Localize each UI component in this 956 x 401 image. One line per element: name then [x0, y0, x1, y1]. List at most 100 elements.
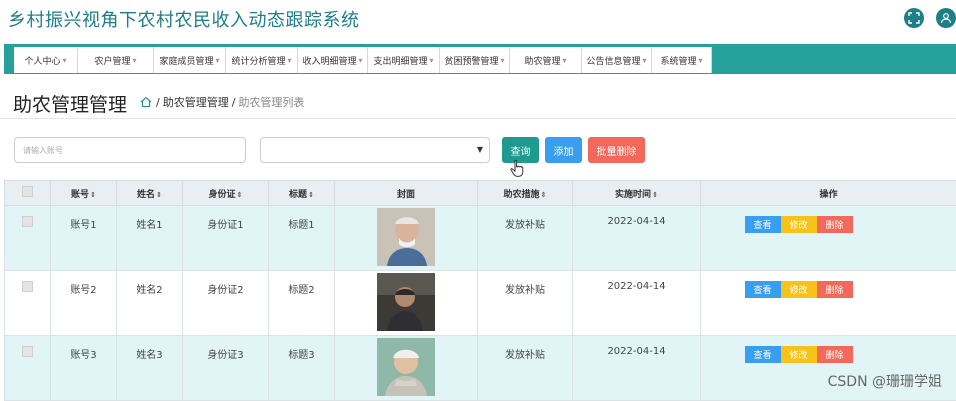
header-title[interactable]: 标题⇕	[269, 181, 335, 206]
cover-image[interactable]	[377, 338, 435, 396]
sort-icon: ⇕	[237, 191, 243, 199]
header-date[interactable]: 实施时间⇕	[573, 181, 701, 206]
select-all-checkbox[interactable]	[22, 186, 33, 197]
nav-item-expense[interactable]: 支出明细管理▾	[368, 47, 440, 73]
header-account[interactable]: 账号⇕	[51, 181, 117, 206]
cell-measure: 发放补贴	[478, 271, 573, 336]
table-row: 账号2 姓名2 身份证2 标题2 发放补贴 2022-04-14 查看 修改	[5, 271, 956, 336]
batch-delete-button[interactable]: 批量删除	[588, 137, 645, 163]
delete-button[interactable]: 删除	[817, 216, 853, 233]
account-search-input[interactable]	[14, 137, 246, 163]
chevron-down-icon: ▾	[133, 56, 137, 65]
table-row: 账号3 姓名3 身份证3 标题3 发放补贴 2022-04-14 查看 修改	[5, 336, 956, 401]
sort-icon: ⇕	[90, 191, 96, 199]
top-bar: 乡村振兴视角下农村农民收入动态跟踪系统	[0, 0, 956, 40]
view-button[interactable]: 查看	[745, 216, 781, 233]
cell-ops: 查看 修改 删除	[701, 271, 956, 336]
cell-measure: 发放补贴	[478, 206, 573, 271]
chevron-down-icon: ▾	[643, 56, 647, 65]
row-checkbox[interactable]	[22, 281, 33, 292]
chevron-down-icon: ▼	[477, 145, 483, 154]
cell-account: 账号1	[51, 206, 117, 271]
table-row: 账号1 姓名1 身份证1 标题1 发放补贴 2022-04-14 查看 修改	[5, 206, 956, 271]
add-button[interactable]: 添加	[545, 137, 582, 163]
nav-item-personal-center[interactable]: 个人中心▾	[14, 47, 78, 73]
select-all-header[interactable]	[5, 181, 51, 206]
nav-item-income[interactable]: 收入明细管理▾	[298, 47, 368, 73]
chevron-down-icon: ▾	[430, 56, 434, 65]
delete-button[interactable]: 删除	[817, 346, 853, 363]
table-header-row: 账号⇕ 姓名⇕ 身份证⇕ 标题⇕ 封面 助农措施⇕ 实施时间⇕ 操作	[5, 181, 956, 206]
row-actions: 查看 修改 删除	[642, 346, 955, 363]
cell-name: 姓名1	[117, 206, 183, 271]
page-header: 助农管理管理 / 助农管理管理 / 助农管理列表	[0, 85, 956, 119]
row-checkbox[interactable]	[22, 216, 33, 227]
nav-item-family[interactable]: 家庭成员管理▾	[154, 47, 226, 73]
row-checkbox-cell[interactable]	[5, 336, 51, 401]
cell-cover	[335, 206, 478, 271]
breadcrumb-current: 助农管理列表	[238, 94, 304, 110]
nav-item-poverty-warning[interactable]: 贫困预警管理▾	[440, 47, 510, 73]
header-measure[interactable]: 助农措施⇕	[478, 181, 573, 206]
chevron-down-icon: ▾	[563, 56, 567, 65]
cover-image[interactable]	[377, 208, 435, 266]
cell-idcard: 身份证2	[183, 271, 269, 336]
cell-ops: 查看 修改 删除	[701, 206, 956, 271]
edit-button[interactable]: 修改	[781, 281, 817, 298]
delete-button[interactable]: 删除	[817, 281, 853, 298]
watermark: CSDN @珊珊学姐	[828, 371, 942, 391]
nav-item-notice[interactable]: 公告信息管理▾	[582, 47, 652, 73]
cell-idcard: 身份证3	[183, 336, 269, 401]
cell-title: 标题2	[269, 271, 335, 336]
app-title: 乡村振兴视角下农村农民收入动态跟踪系统	[8, 6, 360, 32]
view-button[interactable]: 查看	[745, 346, 781, 363]
home-icon[interactable]	[140, 96, 152, 108]
cell-title: 标题3	[269, 336, 335, 401]
header-idcard[interactable]: 身份证⇕	[183, 181, 269, 206]
view-button[interactable]: 查看	[745, 281, 781, 298]
chevron-down-icon: ▾	[216, 56, 220, 65]
user-icon[interactable]	[936, 8, 956, 28]
cell-name: 姓名2	[117, 271, 183, 336]
nav-bar: 个人中心▾ 农户管理▾ 家庭成员管理▾ 统计分析管理▾ 收入明细管理▾ 支出明细…	[4, 44, 956, 74]
edit-button[interactable]: 修改	[781, 346, 817, 363]
row-checkbox[interactable]	[22, 346, 33, 357]
nav-item-statistics[interactable]: 统计分析管理▾	[226, 47, 298, 73]
chevron-down-icon: ▾	[359, 56, 363, 65]
cell-account: 账号3	[51, 336, 117, 401]
breadcrumb-parent[interactable]: 助农管理管理	[163, 94, 229, 110]
aid-table: 账号⇕ 姓名⇕ 身份证⇕ 标题⇕ 封面 助农措施⇕ 实施时间⇕ 操作 账号1 姓…	[4, 180, 956, 401]
row-checkbox-cell[interactable]	[5, 206, 51, 271]
cell-measure: 发放补贴	[478, 336, 573, 401]
cell-cover	[335, 271, 478, 336]
nav-item-farmer[interactable]: 农户管理▾	[78, 47, 154, 73]
breadcrumb-separator: /	[232, 96, 236, 109]
row-actions: 查看 修改 删除	[642, 216, 955, 233]
cell-title: 标题1	[269, 206, 335, 271]
sort-icon: ⇕	[541, 191, 547, 199]
measure-select[interactable]: ▼	[260, 137, 490, 163]
nav-item-system[interactable]: 系统管理▾	[652, 47, 712, 73]
cover-image[interactable]	[377, 273, 435, 331]
chevron-down-icon: ▾	[501, 56, 505, 65]
edit-button[interactable]: 修改	[781, 216, 817, 233]
page-title: 助农管理管理	[13, 90, 127, 117]
cell-account: 账号2	[51, 271, 117, 336]
divider	[0, 118, 956, 119]
nav-item-aid[interactable]: 助农管理▾	[510, 47, 582, 73]
row-checkbox-cell[interactable]	[5, 271, 51, 336]
row-actions: 查看 修改 删除	[642, 281, 955, 298]
expand-icon[interactable]	[904, 8, 924, 28]
hand-cursor-icon	[510, 159, 524, 177]
sort-icon: ⇕	[652, 191, 658, 199]
header-cover: 封面	[335, 181, 478, 206]
sort-icon: ⇕	[308, 191, 314, 199]
header-ops: 操作	[701, 181, 956, 206]
cell-cover	[335, 336, 478, 401]
breadcrumb-separator: /	[156, 96, 160, 109]
cell-idcard: 身份证1	[183, 206, 269, 271]
header-name[interactable]: 姓名⇕	[117, 181, 183, 206]
nav-menu: 个人中心▾ 农户管理▾ 家庭成员管理▾ 统计分析管理▾ 收入明细管理▾ 支出明细…	[14, 47, 712, 73]
cell-name: 姓名3	[117, 336, 183, 401]
breadcrumb: / 助农管理管理 / 助农管理列表	[140, 94, 304, 110]
